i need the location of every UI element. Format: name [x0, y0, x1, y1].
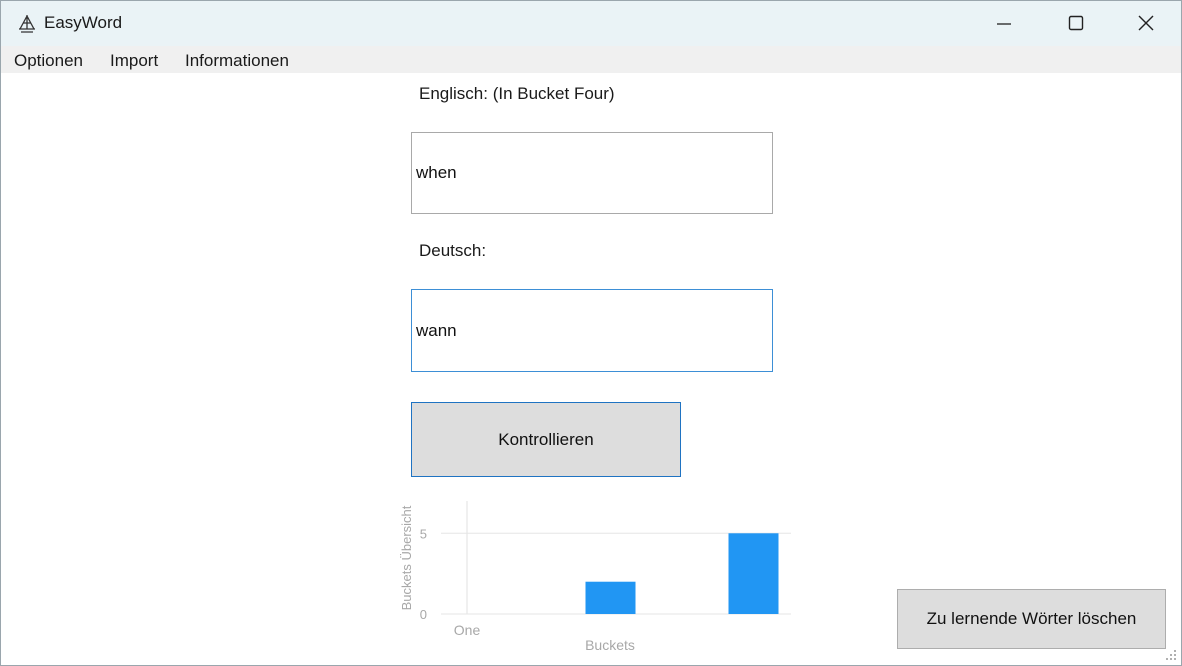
maximize-button[interactable] [1041, 1, 1111, 46]
ship-icon [19, 15, 35, 33]
minimize-button[interactable] [969, 1, 1039, 46]
check-button[interactable]: Kontrollieren [411, 402, 681, 477]
english-word-field[interactable]: when [411, 132, 773, 214]
minimize-icon [997, 23, 1011, 25]
menu-bar: Optionen Import Informationen [1, 46, 1181, 73]
window-title: EasyWord [44, 13, 123, 32]
english-label: Englisch: (In Bucket Four) [419, 84, 615, 103]
clear-words-button[interactable]: Zu lernende Wörter löschen [897, 589, 1166, 649]
menu-import[interactable]: Import [110, 51, 158, 71]
bar-bucket-2 [585, 581, 636, 614]
buckets-chart: 0 5 One Buckets Buckets Übersicht [399, 501, 791, 653]
german-label: Deutsch: [419, 241, 487, 260]
menu-optionen[interactable]: Optionen [14, 51, 83, 71]
resize-grip-icon[interactable] [1161, 645, 1179, 663]
german-word-input[interactable]: wann [411, 289, 773, 372]
x-tick-label: One [454, 622, 481, 638]
check-button-label: Kontrollieren [498, 429, 594, 449]
maximize-icon [1068, 15, 1084, 31]
english-word-value: when [416, 163, 457, 182]
clear-words-label: Zu lernende Wörter löschen [926, 609, 1137, 628]
menu-informationen[interactable]: Informationen [185, 51, 289, 71]
y-tick-label: 0 [420, 607, 427, 622]
y-tick-label: 5 [420, 526, 427, 541]
app-window: EasyWord Optionen Import Informationen E… [0, 0, 1182, 666]
close-icon [1138, 15, 1154, 31]
title-bar[interactable]: EasyWord [1, 1, 1181, 46]
close-button[interactable] [1111, 1, 1181, 46]
x-axis-title: Buckets [585, 637, 635, 653]
german-word-value: wann [416, 320, 457, 340]
y-axis-title: Buckets Übersicht [399, 505, 414, 610]
bar-bucket-4 [728, 533, 779, 614]
